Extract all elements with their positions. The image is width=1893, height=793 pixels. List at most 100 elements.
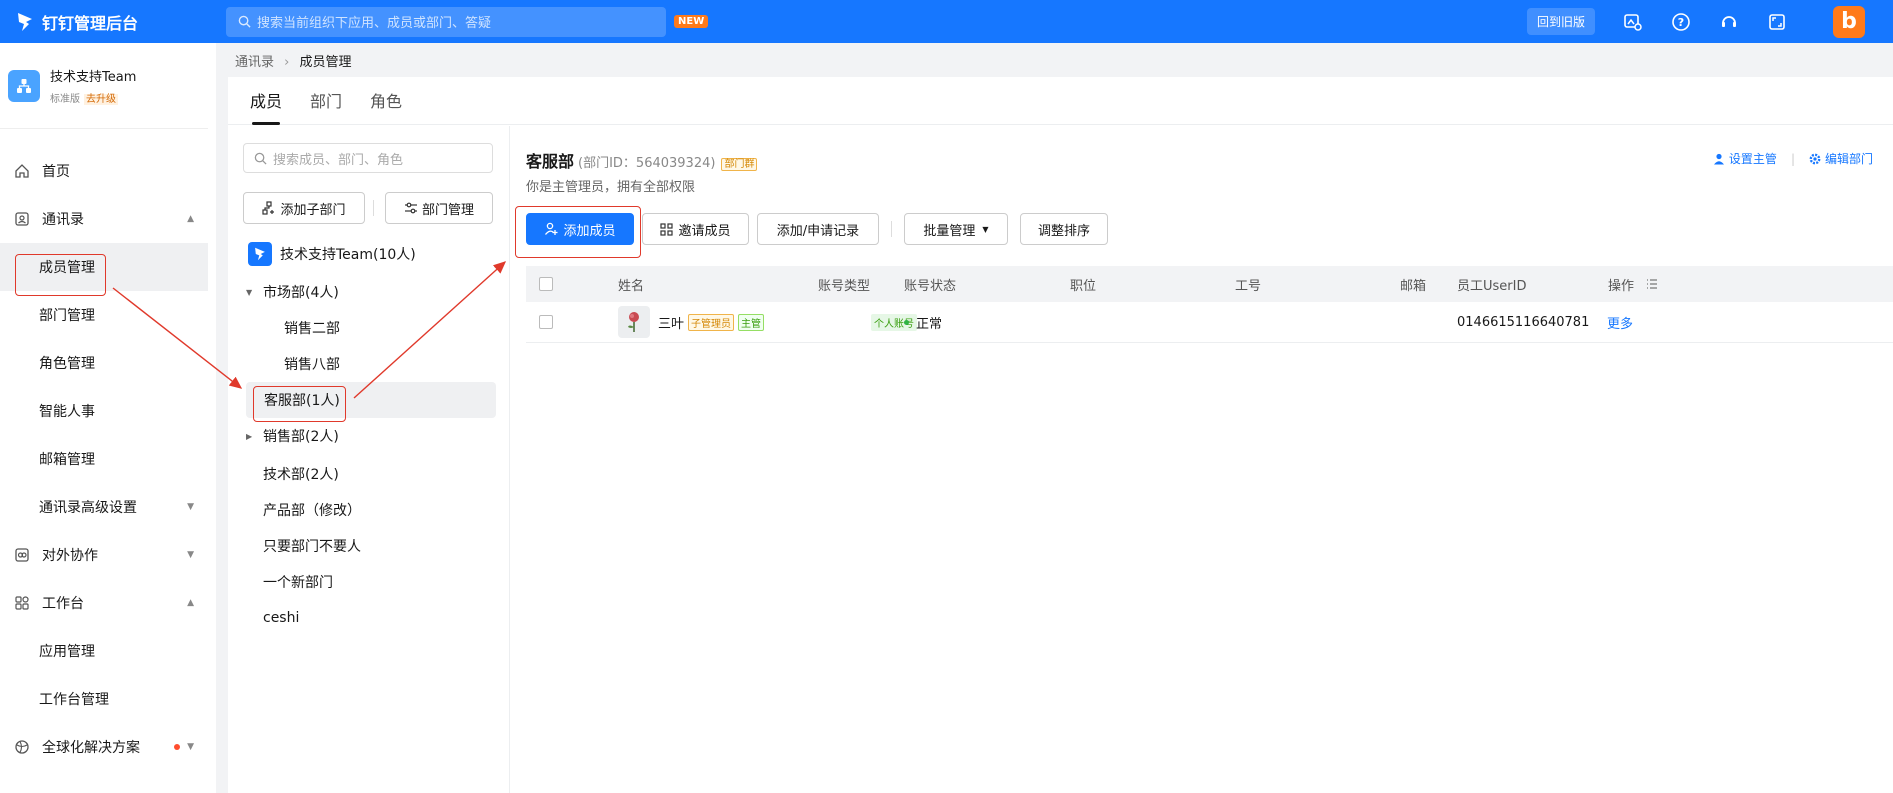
department-actions: 设置主管 | 编辑部门	[1713, 150, 1873, 167]
department-tree: 搜索成员、部门、角色 添加子部门 部门管理 技术支持Team(10人) ▼ 市场…	[228, 126, 510, 793]
tree-node-label: 产品部（修改）	[263, 503, 361, 519]
org-switcher[interactable]: 技术支持Team 标准版 去升级	[0, 43, 208, 129]
breadcrumb-parent[interactable]: 通讯录	[235, 55, 274, 70]
tree-node-sales2[interactable]: 销售二部	[246, 310, 496, 346]
sidebar-nav: 首页 通讯录 ▲ 成员管理 部门管理 角色管理 智能人事 邮箱管理 通讯录高级设…	[0, 129, 216, 771]
table-row[interactable]: 三叶 子管理员 主管 个人账号 正常 0146615116640781 更多	[526, 302, 1893, 343]
tree-search-placeholder: 搜索成员、部门、角色	[273, 152, 404, 168]
batch-management-dropdown[interactable]: 批量管理 ▼	[904, 213, 1008, 245]
tree-node-ceshi[interactable]: ceshi	[246, 600, 496, 636]
dingtalk-logo-icon	[18, 12, 32, 31]
tree-node-tech[interactable]: 技术部(2人)	[246, 456, 496, 492]
tree-node-sales8[interactable]: 销售八部	[246, 346, 496, 382]
tree-node-label: 只要部门不要人	[263, 539, 361, 555]
chevron-right-icon: ›	[284, 55, 290, 70]
contacts-icon	[15, 212, 29, 226]
select-all-checkbox[interactable]	[539, 266, 553, 302]
tree-node-market[interactable]: ▼ 市场部(4人)	[246, 274, 496, 310]
account-status-cell: 正常	[904, 302, 942, 342]
department-name: 客服部	[526, 152, 575, 171]
org-icon	[8, 69, 40, 102]
sidebar-item-smart-hr[interactable]: 智能人事	[0, 387, 216, 435]
tab-members[interactable]: 成员	[250, 88, 282, 125]
tab-roles[interactable]: 角色	[370, 88, 402, 124]
sidebar-item-home[interactable]: 首页	[0, 147, 216, 195]
sidebar-item-role-management[interactable]: 角色管理	[0, 339, 216, 387]
chevron-down-icon: ▼	[187, 742, 194, 752]
set-manager-link[interactable]: 设置主管	[1713, 150, 1777, 167]
row-checkbox[interactable]	[539, 302, 553, 342]
search-icon	[238, 15, 251, 28]
divider	[373, 200, 374, 216]
sidebar-item-label: 角色管理	[39, 356, 95, 372]
tree-node-sales[interactable]: ▶ 销售部(2人)	[246, 418, 496, 454]
sidebar-item-department-management[interactable]: 部门管理	[0, 291, 216, 339]
user-avatar[interactable]: b	[1833, 5, 1865, 38]
tab-departments[interactable]: 部门	[310, 88, 342, 124]
sidebar: 技术支持Team 标准版 去升级 首页 通讯录 ▲ 成员管理 部门管理 角色管理 …	[0, 43, 216, 793]
tree-node-only-dept[interactable]: 只要部门不要人	[246, 528, 496, 564]
app-logo[interactable]: 钉钉管理后台	[0, 10, 226, 34]
chevron-up-icon: ▲	[187, 214, 194, 224]
sidebar-item-workbench[interactable]: 工作台 ▲	[0, 579, 216, 627]
tree-search-input[interactable]: 搜索成员、部门、角色	[243, 143, 493, 173]
department-group-tag[interactable]: 部门群	[721, 158, 758, 171]
org-edition: 标准版	[50, 94, 80, 105]
status-dot	[904, 319, 909, 325]
column-header-email: 邮箱	[1400, 278, 1427, 294]
edit-department-link[interactable]: 编辑部门	[1809, 150, 1873, 167]
add-sub-department-button[interactable]: 添加子部门	[243, 192, 365, 224]
sidebar-item-mail-management[interactable]: 邮箱管理	[0, 435, 216, 483]
help-icon[interactable]: ?	[1669, 10, 1693, 34]
manager-tag: 主管	[738, 313, 765, 331]
home-icon	[15, 164, 29, 178]
member-name-cell: 三叶 子管理员 主管	[618, 302, 765, 342]
tree-node-label: 市场部(4人)	[263, 285, 339, 301]
main-panel: 成员 部门 角色 搜索成员、部门、角色 添加子部门 部门管理 技术支持Team(…	[228, 77, 1893, 793]
column-settings-icon[interactable]	[1646, 266, 1658, 302]
caret-down-icon[interactable]: ▼	[246, 288, 263, 297]
org-name: 技术支持Team	[50, 70, 137, 85]
new-badge: NEW	[674, 15, 709, 28]
image-search-icon[interactable]	[1621, 10, 1645, 34]
back-to-old-version-button[interactable]: 回到旧版	[1526, 8, 1595, 35]
sidebar-item-global-solution[interactable]: 全球化解决方案 ▼	[0, 723, 216, 771]
collaboration-icon	[15, 548, 29, 562]
user-icon	[1713, 153, 1724, 164]
app-title: 钉钉管理后台	[42, 13, 139, 33]
caret-down-icon: ▼	[982, 224, 989, 234]
tree-node-new-dept[interactable]: 一个新部门	[246, 564, 496, 600]
sidebar-item-workbench-management[interactable]: 工作台管理	[0, 675, 216, 723]
sidebar-item-label: 工作台管理	[39, 692, 109, 708]
user-id-cell: 0146615116640781	[1457, 314, 1590, 330]
gear-icon	[1809, 153, 1821, 164]
sidebar-item-contacts[interactable]: 通讯录 ▲	[0, 195, 216, 243]
caret-right-icon[interactable]: ▶	[246, 432, 263, 441]
annotation-highlight-customer-service	[253, 386, 346, 422]
column-header-account-type: 账号类型	[818, 278, 871, 294]
fullscreen-icon[interactable]	[1765, 10, 1789, 34]
search-placeholder: 搜索当前组织下应用、成员或部门、答疑	[257, 16, 492, 31]
sliders-icon	[404, 202, 417, 214]
sidebar-item-contacts-advanced[interactable]: 通讯录高级设置 ▼	[0, 483, 216, 531]
sidebar-item-external-collaboration[interactable]: 对外协作 ▼	[0, 531, 216, 579]
department-management-button[interactable]: 部门管理	[385, 192, 493, 224]
more-actions-link[interactable]: 更多	[1607, 302, 1633, 342]
sidebar-item-label: 邮箱管理	[39, 452, 95, 468]
upgrade-link[interactable]: 去升级	[84, 94, 118, 105]
link-label: 编辑部门	[1824, 152, 1873, 166]
adjust-order-button[interactable]: 调整排序	[1020, 213, 1108, 245]
grid-icon	[15, 596, 29, 610]
add-apply-record-button[interactable]: 添加/申请记录	[757, 213, 879, 245]
department-id: (部门ID：564039324)	[578, 156, 716, 171]
sidebar-item-app-management[interactable]: 应用管理	[0, 627, 216, 675]
tree-node-product[interactable]: 产品部（修改）	[246, 492, 496, 528]
global-search-input[interactable]: 搜索当前组织下应用、成员或部门、答疑	[226, 6, 666, 37]
invite-member-button[interactable]: 邀请成员	[642, 213, 749, 245]
customer-service-icon[interactable]	[1717, 10, 1741, 34]
top-bar: 钉钉管理后台 搜索当前组织下应用、成员或部门、答疑 NEW 回到旧版 ? b	[0, 0, 1893, 43]
tree-root-node[interactable]: 技术支持Team(10人)	[248, 236, 498, 272]
tree-node-label: 销售部(2人)	[263, 429, 339, 445]
sidebar-item-label: 对外协作	[42, 548, 98, 564]
member-avatar	[618, 306, 650, 338]
